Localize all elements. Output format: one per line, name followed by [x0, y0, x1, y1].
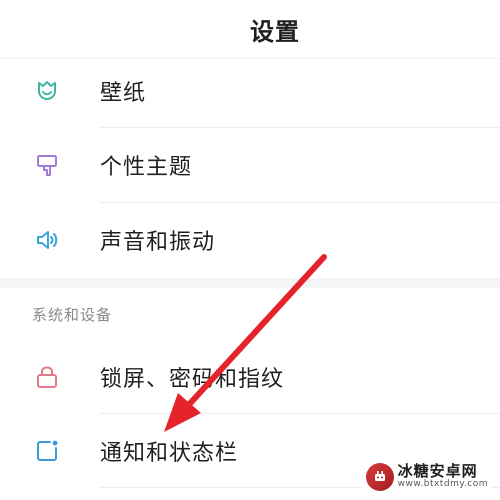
- lock-icon: [32, 362, 62, 392]
- watermark-logo-icon: [365, 463, 394, 491]
- page-title: 设置: [250, 17, 300, 46]
- settings-item-label: 声音和振动: [100, 230, 216, 255]
- notification-icon: [32, 436, 62, 466]
- section-separator: [0, 278, 500, 288]
- settings-item-label: 锁屏、密码和指纹: [100, 367, 285, 392]
- settings-item-wallpaper[interactable]: 壁纸: [0, 54, 500, 128]
- settings-item-label: 壁纸: [100, 81, 147, 106]
- watermark-name: 冰糖安卓网: [397, 462, 478, 481]
- settings-item-label: 通知和状态栏: [100, 441, 239, 466]
- settings-item-sound[interactable]: 声音和振动: [0, 203, 500, 277]
- watermark: 冰糖安卓网 www.btxtdmy.com: [361, 460, 492, 494]
- watermark-url: www.btxtdmy.com: [397, 479, 488, 490]
- speaker-icon: [32, 225, 62, 255]
- watermark-text: 冰糖安卓网 www.btxtdmy.com: [398, 464, 488, 489]
- settings-item-theme[interactable]: 个性主题: [0, 128, 500, 202]
- section-title-system: 系统和设备: [32, 306, 113, 324]
- wallpaper-icon: [32, 76, 62, 106]
- theme-brush-icon: [32, 150, 62, 180]
- settings-screen: 设置 壁纸 个性主题 声音和振动 系统和设备 锁屏、密码和指纹 通知和状态栏 冰…: [0, 0, 500, 500]
- header-bar: 设置: [0, 0, 500, 59]
- settings-item-lockscreen[interactable]: 锁屏、密码和指纹: [0, 340, 500, 414]
- settings-item-label: 个性主题: [100, 155, 193, 180]
